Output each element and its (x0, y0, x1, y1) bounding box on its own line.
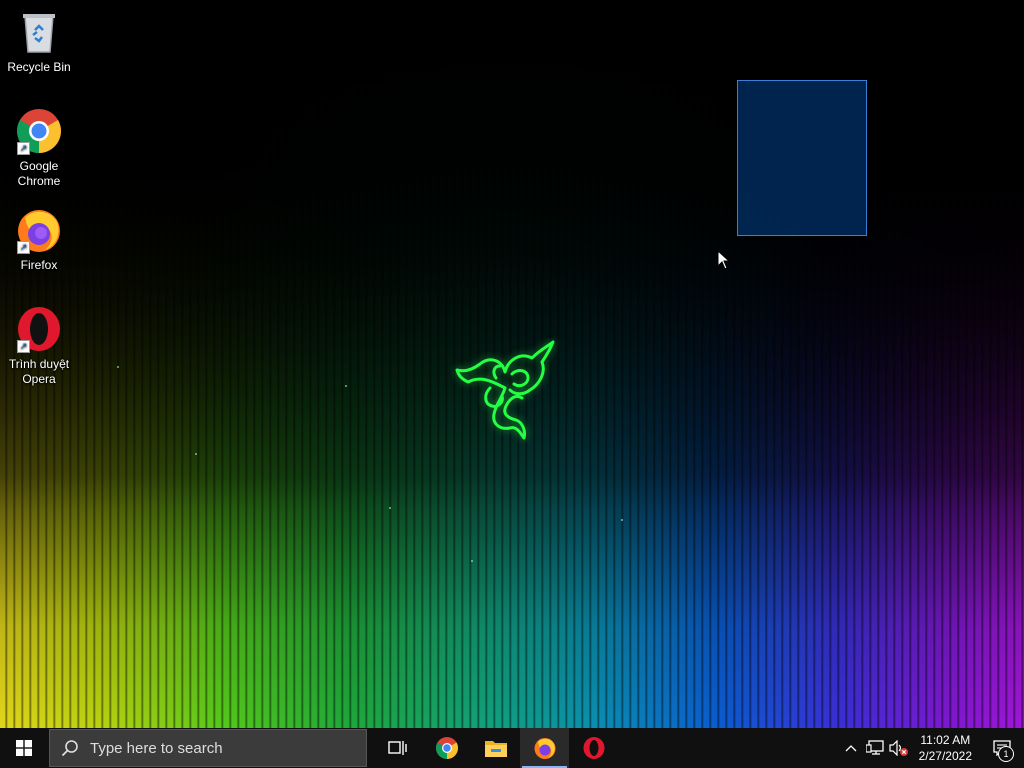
taskbar-opera-button[interactable] (569, 728, 618, 768)
search-icon (50, 739, 90, 757)
razer-logo-icon (455, 340, 555, 440)
taskbar-firefox-button[interactable] (520, 728, 569, 768)
search-placeholder: Type here to search (90, 739, 223, 757)
firefox-icon: ↗ (15, 206, 63, 254)
shortcut-arrow-icon: ↗ (17, 340, 30, 353)
windows-logo-icon (16, 740, 32, 756)
volume-muted-icon (889, 740, 908, 756)
chrome-icon (435, 737, 458, 759)
taskbar-chrome-button[interactable] (422, 728, 471, 768)
opera-icon (583, 737, 604, 759)
desktop-icon-label: Firefox (20, 258, 58, 272)
system-tray: 11:02 AM 2/27/2022 1 (839, 728, 1024, 768)
mouse-cursor-icon (717, 250, 731, 270)
desktop-icon-label: Recycle Bin (7, 60, 71, 74)
desktop-icon-firefox[interactable]: ↗ Firefox (1, 206, 77, 273)
task-view-icon (387, 741, 407, 755)
network-icon (865, 740, 884, 755)
opera-icon: ↗ (15, 305, 63, 353)
taskbar: Type here to search 11:02 AM 2/27/2022 1 (0, 728, 1024, 768)
notification-count-badge: 1 (998, 746, 1014, 762)
desktop-icon-google-chrome[interactable]: ↗ Google Chrome (1, 107, 77, 189)
task-view-button[interactable] (373, 728, 422, 768)
clock-date: 2/27/2022 (918, 749, 972, 763)
recycle-bin-icon (15, 8, 63, 56)
action-center-button[interactable]: 1 (980, 728, 1024, 768)
show-hidden-icons-button[interactable] (839, 728, 863, 768)
desktop-icon-label: Google Chrome (17, 159, 61, 188)
taskbar-clock[interactable]: 11:02 AM 2/27/2022 (911, 732, 980, 764)
start-button[interactable] (0, 728, 48, 768)
taskbar-file-explorer-button[interactable] (471, 728, 520, 768)
folder-icon (484, 741, 507, 757)
chevron-up-icon (845, 745, 857, 752)
desktop-icon-recycle-bin[interactable]: Recycle Bin (1, 8, 77, 75)
firefox-icon (534, 738, 555, 759)
chrome-icon: ↗ (15, 107, 63, 155)
desktop-icon-opera[interactable]: ↗ Trình duyệt Opera (1, 305, 77, 387)
network-button[interactable] (863, 728, 887, 768)
taskbar-search-box[interactable]: Type here to search (49, 729, 367, 767)
selection-rectangle (737, 80, 867, 236)
shortcut-arrow-icon: ↗ (17, 142, 30, 155)
clock-time: 11:02 AM (920, 733, 971, 747)
desktop-icon-label: Trình duyệt Opera (8, 357, 70, 386)
shortcut-arrow-icon: ↗ (17, 241, 30, 254)
volume-button[interactable] (887, 728, 911, 768)
